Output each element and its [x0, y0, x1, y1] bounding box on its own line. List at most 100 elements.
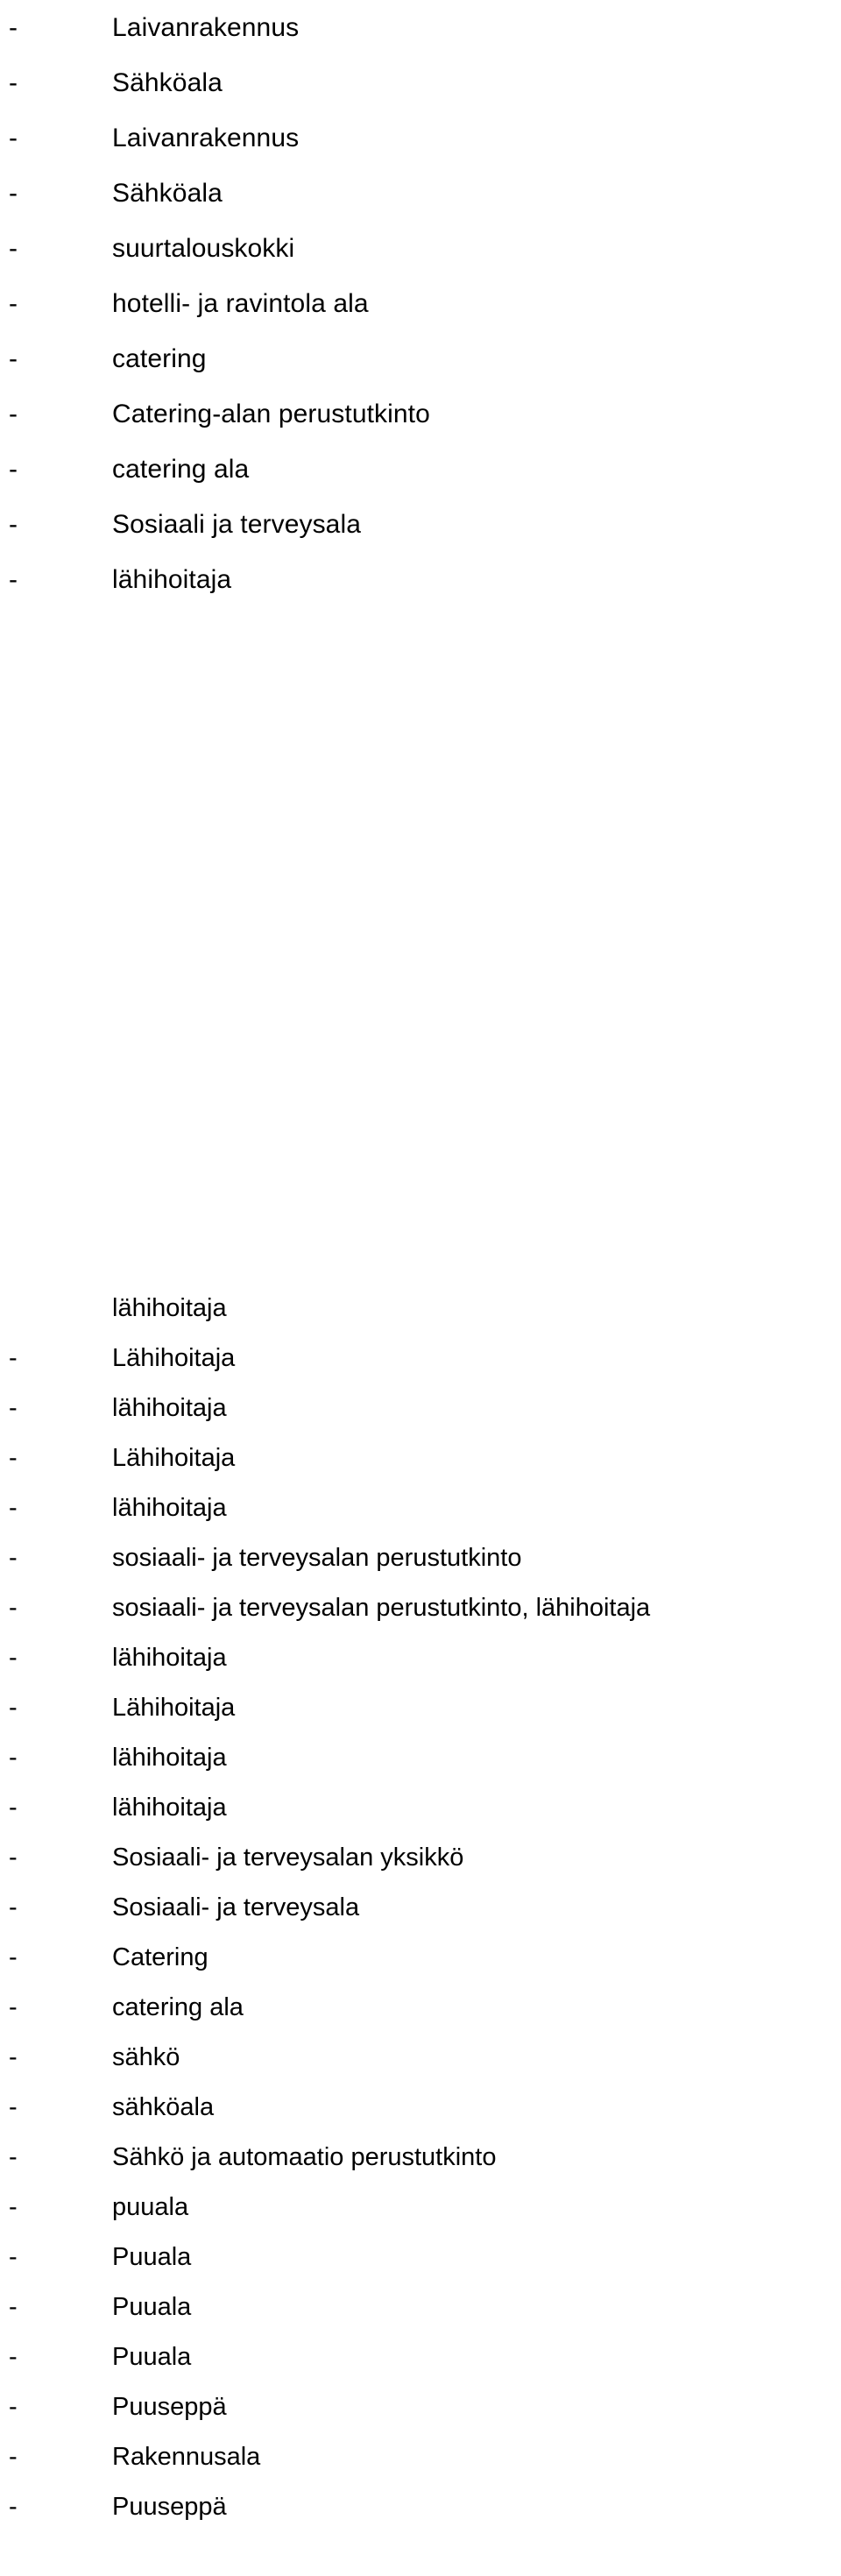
list-item: - puuala [0, 2183, 841, 2233]
list-item: - Laivanrakennus [0, 0, 841, 55]
bullet-dash-marker: - [9, 1344, 18, 1372]
list-item-label: lähihoitaja [112, 1644, 227, 1672]
bullet-dash-marker: - [9, 565, 18, 594]
bullet-dash-marker: - [9, 2493, 18, 2521]
list-item: - lähihoitaja [0, 1384, 841, 1433]
list-item-label: lähihoitaja [112, 1494, 227, 1522]
list-item-label: suurtalouskokki [112, 234, 295, 263]
list-item: - lähihoitaja [0, 552, 841, 607]
list-item: - Puuseppä [0, 2382, 841, 2432]
bullet-dash-marker: - [9, 1744, 18, 1772]
list-item-label: Puuseppä [112, 2393, 227, 2421]
bullet-dash-marker: - [9, 2293, 18, 2321]
list-item: - Lähihoitaja [0, 1334, 841, 1384]
bullet-dash-marker: - [9, 2193, 18, 2221]
list-item: - hotelli- ja ravintola ala [0, 276, 841, 331]
list-item-label: Lähihoitaja [112, 1344, 236, 1372]
bullet-dash-marker: - [9, 1444, 18, 1472]
bullet-list-lower: lähihoitaja - Lähihoitaja - lähihoitaja - Lähi… [0, 1284, 841, 2532]
bullet-dash-marker: - [9, 455, 18, 484]
list-item-label: catering [112, 344, 207, 373]
list-item-label: catering ala [112, 455, 250, 484]
list-item-label: Sosiaali- ja terveysala [112, 1893, 360, 1921]
bullet-dash-marker: - [9, 124, 18, 152]
list-item-label: Puuala [112, 2293, 192, 2321]
list-item: - Laivanrakennus [0, 110, 841, 166]
list-item-label: Lähihoitaja [112, 1444, 236, 1472]
list-item: - Puuseppä [0, 2482, 841, 2532]
list-item: - catering ala [0, 1983, 841, 2033]
list-item-label: puuala [112, 2193, 189, 2221]
list-item: - Sosiaali- ja terveysala [0, 1883, 841, 1933]
bullet-dash-marker: - [9, 2143, 18, 2171]
list-item: - Puuala [0, 2282, 841, 2332]
list-item-label: Lähihoitaja [112, 1694, 236, 1722]
list-item: - Sosiaali ja terveysala [0, 497, 841, 552]
bullet-list-upper: - Laivanrakennus - Sähköala - Laivanrakennus -… [0, 0, 841, 607]
bullet-dash-marker: - [9, 1494, 18, 1522]
list-item-label: Catering-alan perustutkinto [112, 400, 430, 428]
list-item-label: sähköala [112, 2093, 215, 2121]
list-item-label: Sosiaali- ja terveysalan yksikkö [112, 1844, 464, 1872]
list-item: - lähihoitaja [0, 1783, 841, 1833]
document-page: - Laivanrakennus - Sähköala - Laivanrakennus -… [0, 0, 841, 2576]
list-item: - sähkö [0, 2033, 841, 2083]
list-item-label: hotelli- ja ravintola ala [112, 289, 369, 318]
list-item: - Sosiaali- ja terveysalan yksikkö [0, 1833, 841, 1883]
list-item: - Catering [0, 1933, 841, 1983]
list-item: - sosiaali- ja terveysalan perustutkinto,… [0, 1583, 841, 1633]
bullet-dash-marker: - [9, 13, 18, 42]
bullet-dash-marker: - [9, 2243, 18, 2271]
list-item-label: Sähköala [112, 179, 223, 208]
bullet-dash-marker: - [9, 234, 18, 263]
list-item-label: lähihoitaja [112, 565, 232, 594]
list-item-label: lähihoitaja [112, 1794, 227, 1822]
list-item: - Rakennusala [0, 2432, 841, 2482]
list-item: - catering ala [0, 442, 841, 497]
list-item: lähihoitaja [0, 1284, 841, 1334]
bullet-dash-marker: - [9, 2443, 18, 2471]
list-item-label: Sähkö ja automaatio perustutkinto [112, 2143, 497, 2171]
bullet-dash-marker: - [9, 1544, 18, 1572]
list-item: - Puuala [0, 2233, 841, 2282]
list-item-label: Puuala [112, 2343, 192, 2371]
bullet-dash-marker: - [9, 1943, 18, 1971]
bullet-dash-marker: - [9, 344, 18, 373]
list-item: - Puuala [0, 2332, 841, 2382]
list-item: - lähihoitaja [0, 1733, 841, 1783]
bullet-dash-marker: - [9, 2093, 18, 2121]
list-item-label: Puuala [112, 2243, 192, 2271]
list-item-label: lähihoitaja [112, 1294, 227, 1322]
bullet-dash-marker: - [9, 289, 18, 318]
bullet-dash-marker: - [9, 2393, 18, 2421]
bullet-dash-marker: - [9, 400, 18, 428]
list-item: - Lähihoitaja [0, 1433, 841, 1483]
list-item: - lähihoitaja [0, 1483, 841, 1533]
bullet-dash-marker: - [9, 2043, 18, 2071]
bullet-dash-marker: - [9, 1644, 18, 1672]
bullet-dash-marker: - [9, 1594, 18, 1622]
list-item-label: sähkö [112, 2043, 180, 2071]
bullet-dash-marker: - [9, 1844, 18, 1872]
bullet-dash-marker: - [9, 1794, 18, 1822]
list-item: - Catering-alan perustutkinto [0, 386, 841, 442]
list-item-label: Puuseppä [112, 2493, 227, 2521]
list-item-label: Laivanrakennus [112, 124, 300, 152]
bullet-dash-marker: - [9, 1394, 18, 1422]
list-item: - sosiaali- ja terveysalan perustutkinto [0, 1533, 841, 1583]
list-item: - Sähkö ja automaatio perustutkinto [0, 2133, 841, 2183]
bullet-dash-marker: - [9, 68, 18, 97]
list-item-label: catering ala [112, 1993, 244, 2021]
list-item: - Lähihoitaja [0, 1683, 841, 1733]
list-item: - Sähköala [0, 55, 841, 110]
bullet-dash-marker: - [9, 179, 18, 208]
list-item: - catering [0, 331, 841, 386]
list-item-label: Sähköala [112, 68, 223, 97]
list-item-label: Sosiaali ja terveysala [112, 510, 362, 539]
list-item-label: lähihoitaja [112, 1394, 227, 1422]
bullet-dash-marker: - [9, 1694, 18, 1722]
bullet-dash-marker: - [9, 1993, 18, 2021]
list-item: - Sähköala [0, 166, 841, 221]
list-item: - lähihoitaja [0, 1633, 841, 1683]
list-item: - sähköala [0, 2083, 841, 2133]
